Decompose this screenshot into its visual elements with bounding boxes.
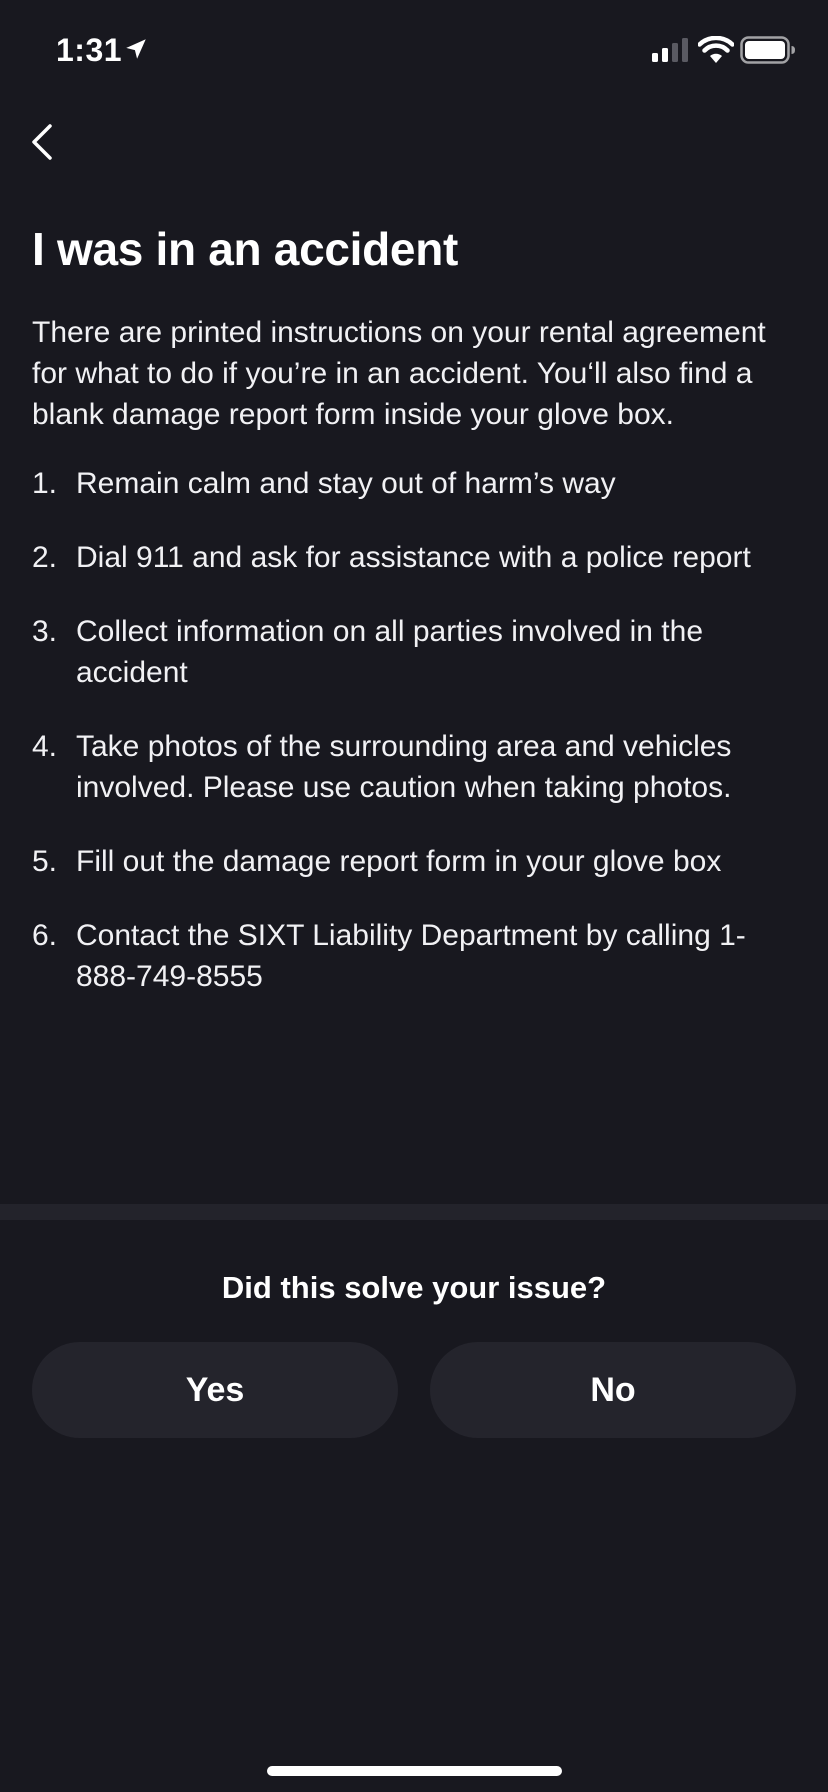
step-text: Fill out the damage report form in your … xyxy=(76,845,722,878)
home-indicator xyxy=(267,1766,562,1776)
wifi-icon xyxy=(698,36,734,63)
status-time: 1:31 xyxy=(56,32,123,68)
step-item: 6. Contact the SIXT Liability Department… xyxy=(32,915,802,997)
step-number: 2. xyxy=(32,541,58,574)
step-number: 4. xyxy=(32,730,58,763)
step-item: 5. Fill out the damage report form in yo… xyxy=(32,841,802,882)
steps-list: 1. Remain calm and stay out of harm’s wa… xyxy=(32,463,802,997)
location-arrow-icon xyxy=(126,39,146,59)
feedback-question: Did this solve your issue? xyxy=(221,1270,607,1305)
cellular-signal-icon xyxy=(652,38,688,62)
chevron-left-icon xyxy=(32,124,52,160)
section-divider xyxy=(0,1204,828,1220)
yes-button[interactable]: Yes xyxy=(32,1342,398,1438)
step-text: Contact the SIXT Liability Department by… xyxy=(76,919,746,993)
no-button[interactable]: No xyxy=(430,1342,796,1438)
intro-paragraph: There are printed instructions on your r… xyxy=(32,316,766,431)
step-number: 6. xyxy=(32,919,58,952)
step-text: Collect information on all parties invol… xyxy=(76,615,703,689)
step-number: 1. xyxy=(32,467,58,500)
step-item: 1. Remain calm and stay out of harm’s wa… xyxy=(32,463,802,504)
step-text: Dial 911 and ask for assistance with a p… xyxy=(76,541,751,574)
step-number: 3. xyxy=(32,615,58,648)
step-text: Take photos of the surrounding area and … xyxy=(76,730,732,804)
step-number: 5. xyxy=(32,845,58,878)
battery-icon xyxy=(740,36,795,64)
status-bar: 1:31 xyxy=(0,0,828,100)
step-item: 4. Take photos of the surrounding area a… xyxy=(32,726,802,808)
page-title: I was in an accident xyxy=(32,223,459,275)
step-text: Remain calm and stay out of harm’s way xyxy=(76,467,616,500)
back-button[interactable] xyxy=(22,110,82,170)
step-item: 3. Collect information on all parties in… xyxy=(32,611,802,693)
article: I was in an accident There are printed i… xyxy=(32,220,802,1030)
step-item: 2. Dial 911 and ask for assistance with … xyxy=(32,537,802,578)
